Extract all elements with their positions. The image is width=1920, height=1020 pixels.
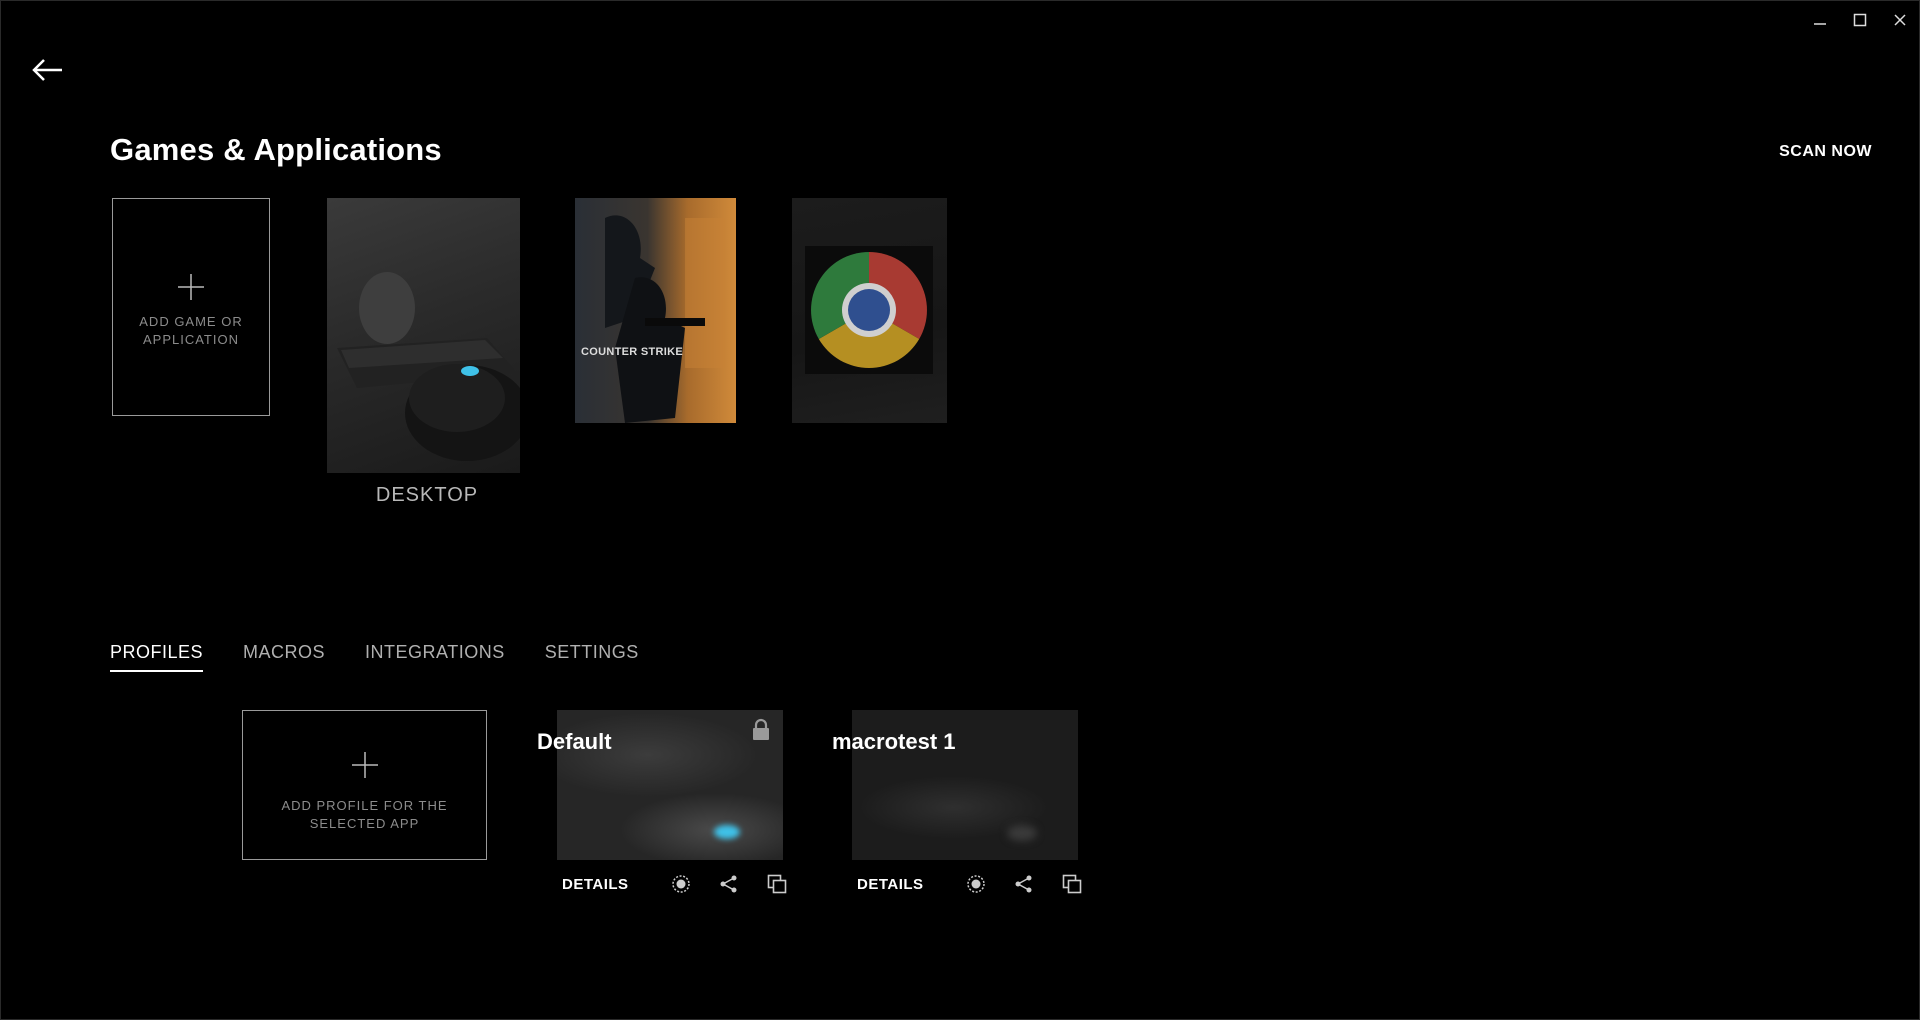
lock-icon: [753, 718, 769, 740]
add-game-button[interactable]: ADD GAME OR APPLICATION: [112, 198, 270, 416]
maximize-icon: [1853, 13, 1867, 27]
page-title: Games & Applications: [110, 132, 442, 167]
csgo-logo-text: COUNTER STRIKE: [581, 346, 683, 358]
close-icon: [1894, 14, 1906, 26]
add-profile-label-line1: ADD PROFILE FOR THE: [281, 798, 448, 813]
lightsync-icon: [672, 875, 690, 893]
share-icon: [720, 875, 737, 893]
plus-icon: [351, 752, 378, 778]
profile-thumb-glow: [1007, 825, 1037, 841]
minimize-icon: [1814, 23, 1826, 25]
share-button[interactable]: [705, 874, 753, 894]
csgo-cover-image: COUNTER STRIKE: [581, 215, 725, 423]
lightsync-icon: [967, 875, 985, 893]
copy-icon: [1062, 874, 1082, 894]
copy-icon: [767, 874, 787, 894]
details-button[interactable]: DETAILS: [562, 876, 657, 893]
arrow-left-icon: [32, 59, 62, 81]
profile-actions-default: DETAILS: [562, 874, 801, 894]
tab-integrations[interactable]: INTEGRATIONS: [365, 642, 505, 672]
share-icon: [1015, 875, 1032, 893]
add-game-label-line2: APPLICATION: [142, 332, 239, 347]
add-game-label-line1: ADD GAME OR: [139, 314, 243, 329]
app-tile-desktop[interactable]: [327, 198, 520, 473]
duplicate-button[interactable]: [1048, 874, 1096, 894]
add-profile-label: ADD PROFILE FOR THE SELECTED APP: [243, 797, 486, 833]
share-button[interactable]: [1000, 874, 1048, 894]
lighting-button[interactable]: [952, 874, 1000, 894]
lighting-button[interactable]: [657, 874, 705, 894]
chrome-icon: [811, 252, 927, 368]
back-button[interactable]: [30, 58, 70, 88]
desktop-mouse-keyboard-image: [337, 272, 520, 461]
tab-settings[interactable]: SETTINGS: [545, 642, 639, 672]
profile-thumb-glow: [714, 825, 740, 839]
tab-macros[interactable]: MACROS: [243, 642, 325, 672]
plus-icon: [178, 274, 204, 300]
add-profile-button[interactable]: ADD PROFILE FOR THE SELECTED APP: [242, 710, 487, 860]
close-button[interactable]: [1882, 8, 1918, 32]
app-tile-chrome[interactable]: [792, 198, 947, 423]
add-profile-label-line2: SELECTED APP: [309, 816, 420, 831]
add-game-label: ADD GAME OR APPLICATION: [113, 313, 269, 349]
tab-bar: PROFILES MACROS INTEGRATIONS SETTINGS: [110, 642, 639, 672]
app-tile-csgo[interactable]: COUNTER STRIKE: [575, 198, 736, 423]
profile-actions-macrotest: DETAILS: [857, 874, 1096, 894]
scan-now-button[interactable]: SCAN NOW: [1779, 143, 1872, 161]
profile-name-default: Default: [537, 729, 612, 754]
profile-name-macrotest: macrotest 1: [832, 729, 956, 754]
minimize-button[interactable]: [1802, 8, 1838, 32]
details-button[interactable]: DETAILS: [857, 876, 952, 893]
tab-profiles[interactable]: PROFILES: [110, 642, 204, 672]
app-label-desktop: DESKTOP: [375, 484, 479, 506]
duplicate-button[interactable]: [753, 874, 801, 894]
maximize-button[interactable]: [1842, 8, 1878, 32]
